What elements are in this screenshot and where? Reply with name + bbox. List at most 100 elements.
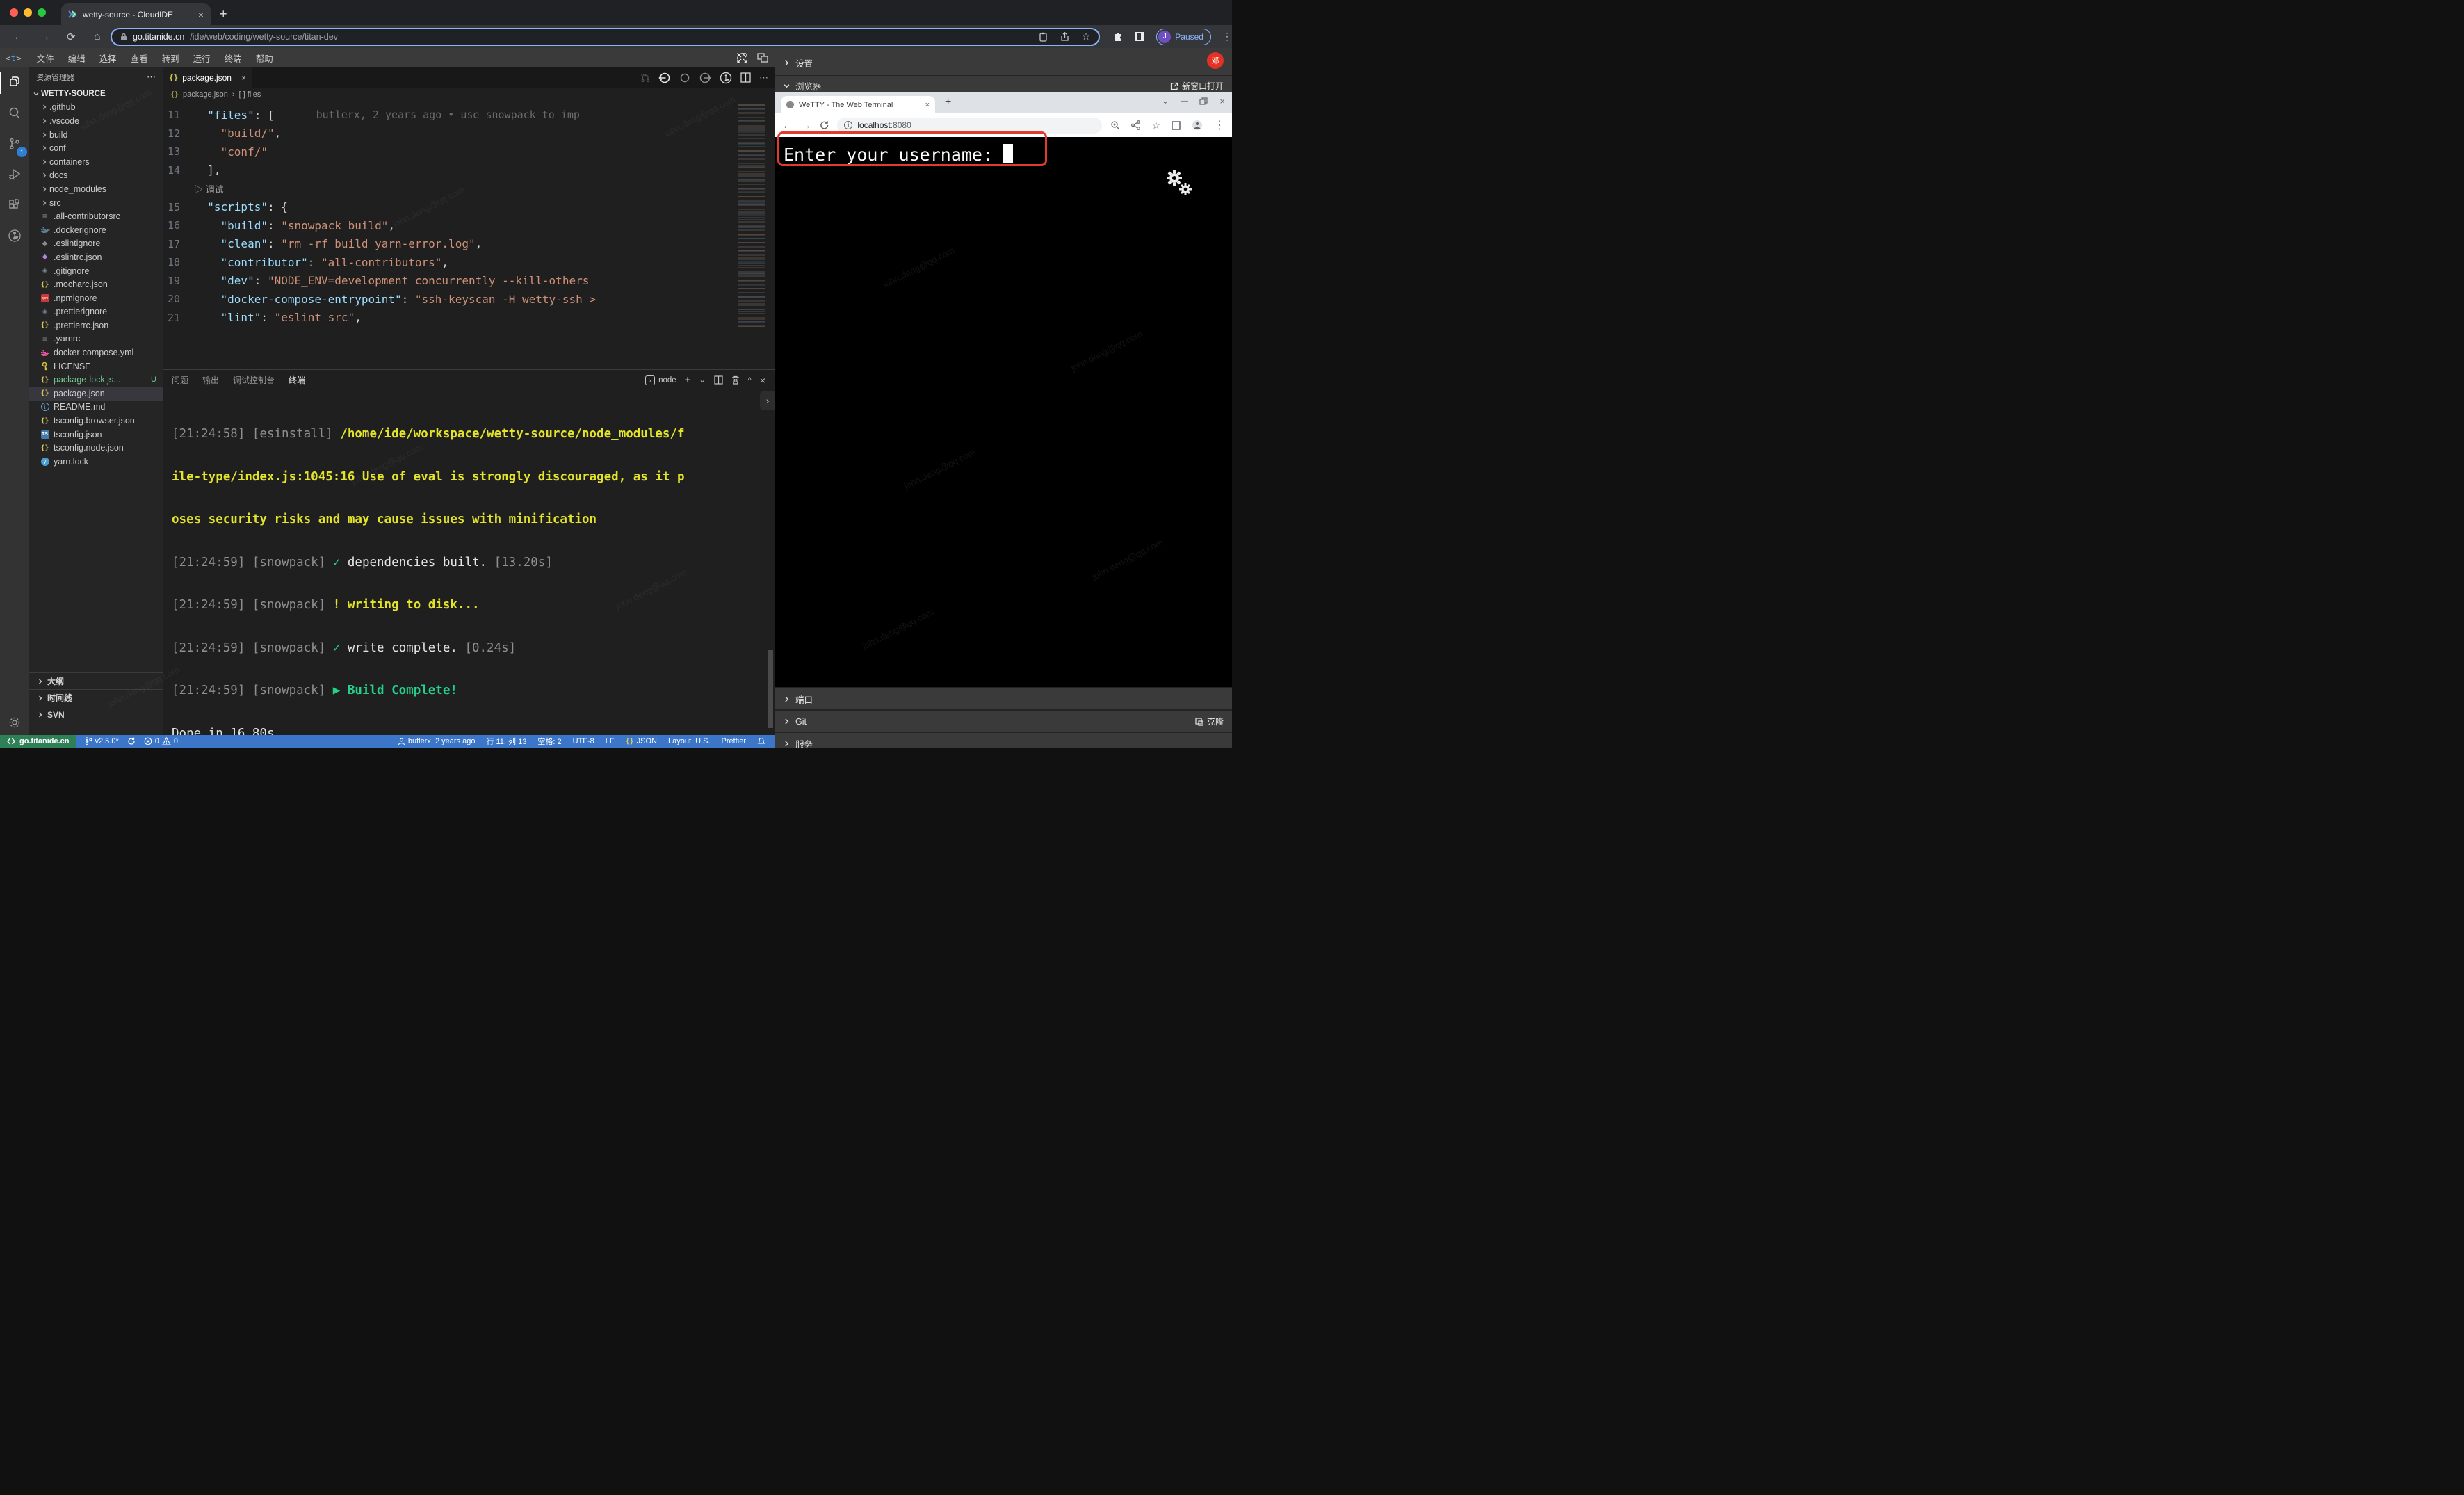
terminal-shell-select[interactable]: ›node xyxy=(645,375,676,385)
browser-menu-icon[interactable]: ⋮ xyxy=(1222,31,1232,42)
activitybar-search[interactable] xyxy=(0,98,29,129)
panel-tab-debug-console[interactable]: 调试控制台 xyxy=(233,374,275,386)
wetty-tab[interactable]: WeTTY - The Web Terminal × xyxy=(781,96,935,113)
tree-folder[interactable]: build xyxy=(29,128,163,142)
activitybar-run-debug[interactable] xyxy=(0,159,29,190)
reload-icon[interactable]: ⟳ xyxy=(63,31,79,43)
clone-button[interactable]: 克隆 xyxy=(1195,716,1224,727)
tree-file[interactable]: ≡.yarnrc xyxy=(29,332,163,346)
tree-file[interactable]: ≡.all-contributorsrc xyxy=(29,209,163,223)
bookmark-star-icon[interactable]: ☆ xyxy=(1151,120,1160,131)
menu-edit[interactable]: 编辑 xyxy=(61,51,92,65)
tree-folder[interactable]: containers xyxy=(29,155,163,169)
extensions-puzzle-icon[interactable] xyxy=(1112,31,1124,42)
nav-dot-icon[interactable] xyxy=(679,72,690,83)
activitybar-source-control[interactable]: 1 xyxy=(0,129,29,159)
tree-file[interactable]: {}package-lock.js...U xyxy=(29,373,163,387)
eol[interactable]: LF xyxy=(606,737,615,745)
keyboard-layout[interactable]: Layout: U.S. xyxy=(668,737,711,745)
forward-icon[interactable]: → xyxy=(801,120,811,131)
git-graph-icon[interactable] xyxy=(720,72,732,84)
panel-tab-output[interactable]: 输出 xyxy=(202,374,219,386)
nav-forward-icon[interactable] xyxy=(699,72,711,84)
menu-view[interactable]: 查看 xyxy=(124,51,155,65)
tree-file[interactable]: ◈.gitignore xyxy=(29,264,163,278)
share-icon[interactable] xyxy=(1131,120,1140,130)
editor-tab-close-icon[interactable]: × xyxy=(241,73,246,83)
tree-folder[interactable]: docs xyxy=(29,169,163,183)
split-terminal-icon[interactable] xyxy=(714,375,723,385)
layout-icon[interactable] xyxy=(757,53,768,63)
branch-indicator[interactable]: v2.5.0* xyxy=(85,737,119,745)
language-mode[interactable]: {}JSON xyxy=(626,737,657,745)
tree-file[interactable]: {}.mocharc.json xyxy=(29,277,163,291)
activitybar-extensions[interactable] xyxy=(0,190,29,220)
info-icon[interactable]: i xyxy=(844,121,852,129)
bell-icon[interactable] xyxy=(757,737,765,746)
remote-indicator[interactable]: go.titanide.cn xyxy=(0,735,76,748)
debug-codelens[interactable]: ▷ 调试 xyxy=(194,182,224,195)
git-pr-icon[interactable] xyxy=(640,73,650,83)
home-icon[interactable]: ⌂ xyxy=(90,31,105,42)
breadcrumb-node[interactable]: [ ] files xyxy=(239,90,261,99)
tree-file[interactable]: yyarn.lock xyxy=(29,455,163,469)
close-panel-icon[interactable]: × xyxy=(760,375,765,386)
tree-folder[interactable]: conf xyxy=(29,141,163,155)
tree-file[interactable]: docker-compose.yml xyxy=(29,346,163,359)
tree-file[interactable]: ◈.prettierignore xyxy=(29,305,163,319)
user-avatar[interactable]: 邓 xyxy=(1207,52,1224,69)
url-bar[interactable]: go.titanide.cn/ide/web/coding/wetty-sour… xyxy=(111,28,1100,46)
close-icon[interactable]: × xyxy=(1219,96,1225,106)
close-window-button[interactable] xyxy=(10,8,18,17)
editor-more-icon[interactable]: ⋯ xyxy=(759,72,768,83)
wetty-terminal-content[interactable]: Enter your username: john.deng@qq.com jo… xyxy=(775,137,1232,687)
tree-file[interactable]: .dockerignore xyxy=(29,223,163,237)
panel-tab-terminal[interactable]: 终端 xyxy=(289,374,305,389)
split-editor-icon[interactable] xyxy=(740,72,751,83)
explorer-more-icon[interactable]: ⋯ xyxy=(147,72,156,83)
terminal-output[interactable]: [21:24:58] [esinstall] /home/ide/workspa… xyxy=(172,398,761,731)
trash-icon[interactable] xyxy=(731,375,740,385)
menu-goto[interactable]: 转到 xyxy=(155,51,186,65)
blame-status[interactable]: butlerx, 2 years ago xyxy=(398,737,476,745)
reload-icon[interactable] xyxy=(820,120,829,130)
minimize-icon[interactable]: — xyxy=(1181,97,1188,105)
back-icon[interactable]: ← xyxy=(11,31,26,42)
profile-avatar-icon[interactable] xyxy=(1192,120,1203,131)
encoding[interactable]: UTF-8 xyxy=(573,737,594,745)
maximize-window-button[interactable] xyxy=(38,8,46,17)
menu-terminal[interactable]: 终端 xyxy=(218,51,249,65)
menu-file[interactable]: 文件 xyxy=(30,51,61,65)
breadcrumb-file[interactable]: package.json xyxy=(183,90,228,99)
open-new-window-button[interactable]: 新窗口打开 xyxy=(1170,80,1224,92)
tree-folder[interactable]: src xyxy=(29,196,163,210)
minimize-window-button[interactable] xyxy=(24,8,32,17)
sync-indicator[interactable] xyxy=(127,737,136,745)
problems-indicator[interactable]: 0 0 xyxy=(144,737,178,745)
section-svn[interactable]: SVN xyxy=(29,706,163,722)
terminal-scrollbar[interactable] xyxy=(768,650,773,728)
menu-run[interactable]: 运行 xyxy=(186,51,218,65)
side-panel-icon[interactable] xyxy=(1172,121,1181,130)
section-ports[interactable]: 端口 xyxy=(775,690,1232,709)
minimap[interactable] xyxy=(738,104,765,327)
section-settings[interactable]: 设置 xyxy=(775,54,1232,72)
tree-root[interactable]: WETTY-SOURCE xyxy=(29,87,163,101)
menu-help[interactable]: 帮助 xyxy=(249,51,280,65)
side-panel-icon[interactable] xyxy=(1135,31,1145,42)
clipboard-icon[interactable] xyxy=(1039,32,1048,42)
tab-close-icon[interactable]: × xyxy=(198,9,204,20)
activitybar-explorer[interactable] xyxy=(0,67,29,98)
activitybar-svn[interactable] xyxy=(0,220,29,251)
back-icon[interactable]: ← xyxy=(782,120,793,131)
share-icon[interactable] xyxy=(1060,32,1069,42)
section-timeline[interactable]: 时间线 xyxy=(29,689,163,706)
tree-file[interactable]: ◆.eslintignore xyxy=(29,237,163,251)
indentation[interactable]: 空格: 2 xyxy=(537,736,561,747)
tree-file[interactable]: LICENSE xyxy=(29,359,163,373)
profile-button[interactable]: J Paused xyxy=(1156,29,1211,45)
tree-file[interactable]: npm.npmignore xyxy=(29,291,163,305)
tree-file[interactable]: {}.prettierrc.json xyxy=(29,318,163,332)
maximize-panel-icon[interactable]: ^ xyxy=(748,376,752,385)
section-outline[interactable]: 大纲 xyxy=(29,672,163,689)
